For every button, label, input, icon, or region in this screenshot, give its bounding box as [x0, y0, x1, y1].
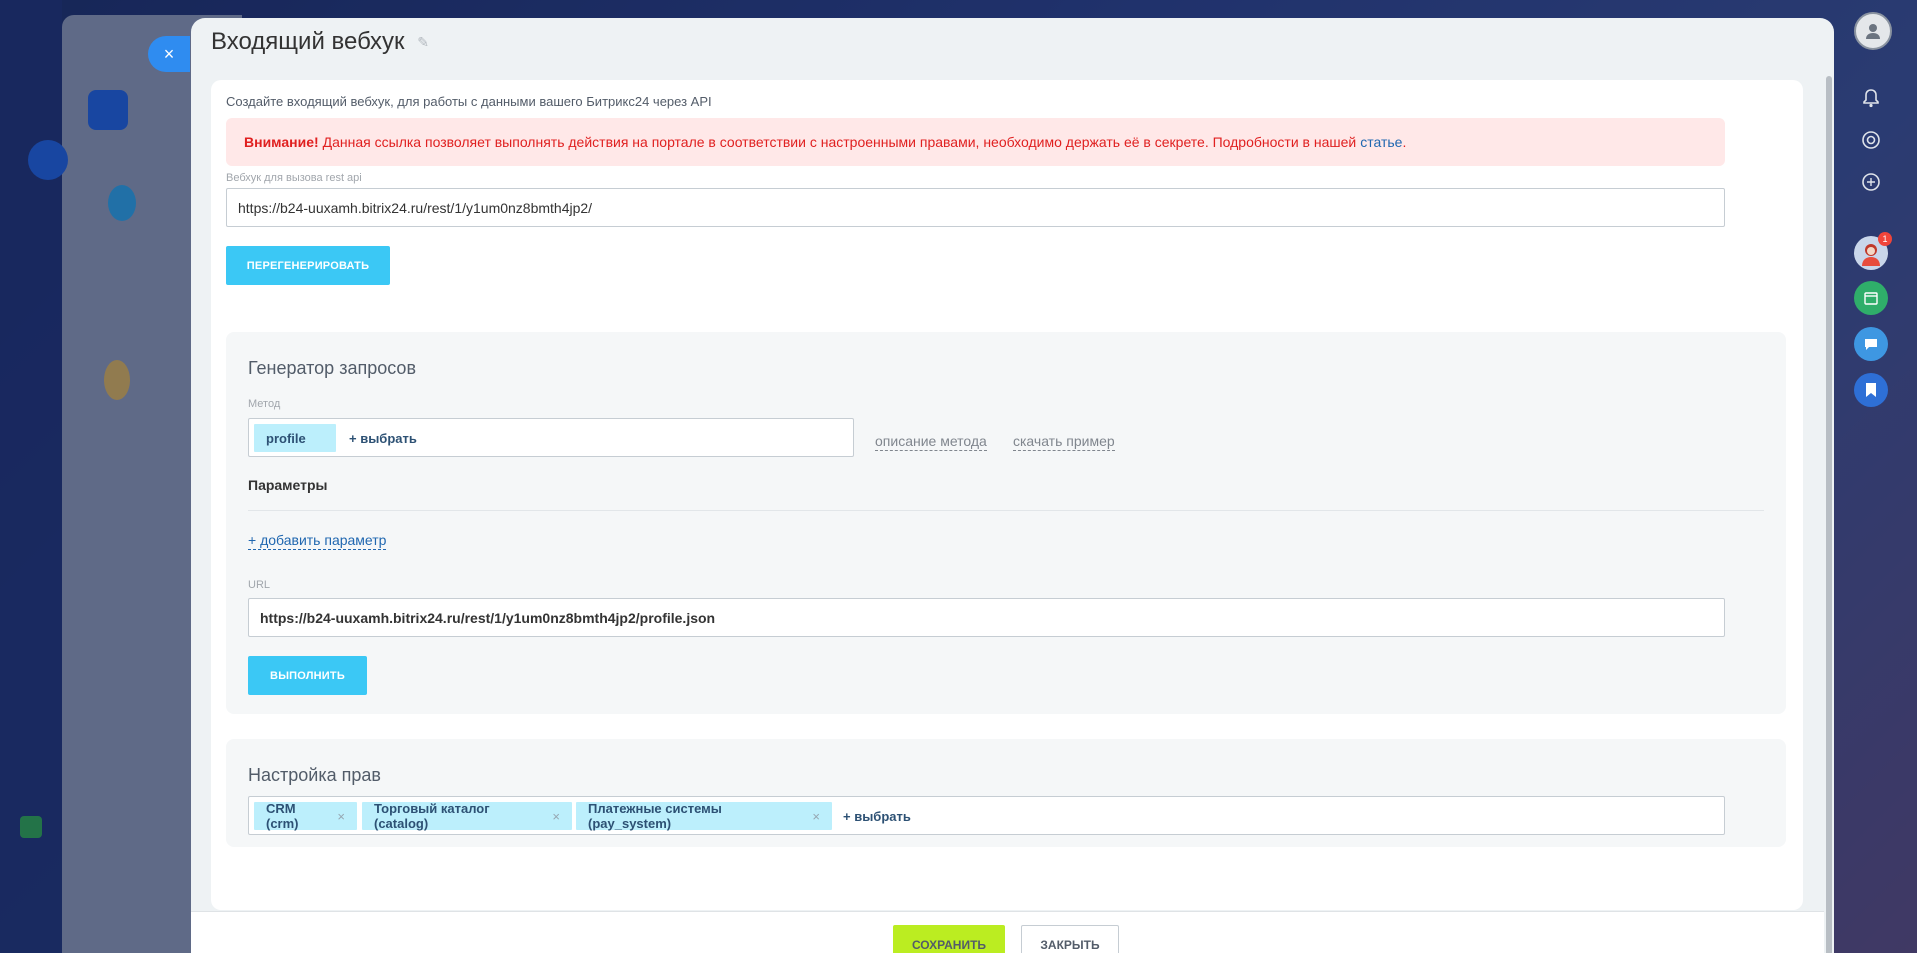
params-divider: [248, 510, 1764, 511]
alert-text: Данная ссылка позволяет выполнять действ…: [322, 134, 1357, 150]
calendar-icon[interactable]: [1854, 281, 1888, 315]
page-title-wrap: Входящий вебхук ✎: [211, 28, 429, 56]
footer-bar: СОХРАНИТЬ ЗАКРЫТЬ: [191, 911, 1824, 953]
rights-tag-crm[interactable]: CRM (crm) ×: [254, 801, 357, 831]
rights-tag-label: Торговый каталог (catalog): [374, 801, 490, 831]
remove-tag-icon[interactable]: ×: [812, 809, 820, 824]
method-description-link[interactable]: описание метода: [875, 433, 987, 451]
intro-text: Создайте входящий вебхук, для работы с д…: [226, 94, 712, 109]
close-slider-button[interactable]: ×: [148, 36, 190, 72]
rights-selector[interactable]: CRM (crm) × Торговый каталог (catalog) ×…: [248, 796, 1725, 835]
regenerate-button[interactable]: ПЕРЕГЕНЕРИРОВАТЬ: [226, 246, 390, 285]
download-example-link[interactable]: скачать пример: [1013, 433, 1115, 451]
rights-tag-label: Платежные системы (pay_system): [588, 801, 722, 831]
scrollbar-thumb[interactable]: [1826, 76, 1832, 953]
params-title: Параметры: [248, 477, 328, 493]
method-tag[interactable]: profile: [254, 424, 336, 452]
request-generator-section: Генератор запросов Метод profile + выбра…: [226, 332, 1786, 714]
page-title: Входящий вебхук: [211, 28, 405, 55]
method-select-link[interactable]: + выбрать: [349, 419, 417, 457]
webhook-slider-panel: Входящий вебхук ✎ Создайте входящий вебх…: [191, 18, 1834, 953]
rights-tag-label: CRM (crm): [266, 801, 299, 831]
chat-search-icon[interactable]: [1854, 165, 1888, 199]
method-label: Метод: [248, 398, 281, 410]
pencil-icon[interactable]: ✎: [417, 34, 429, 51]
close-button[interactable]: ЗАКРЫТЬ: [1021, 925, 1119, 953]
bookmark-icon[interactable]: [1854, 373, 1888, 407]
bell-icon[interactable]: [1854, 81, 1888, 115]
warning-alert: Внимание! Данная ссылка позволяет выполн…: [226, 118, 1725, 166]
webhook-url-field[interactable]: https://b24-uuxamh.bitrix24.ru/rest/1/y1…: [226, 188, 1725, 227]
alert-bold: Внимание!: [244, 134, 319, 150]
webhook-url-value: https://b24-uuxamh.bitrix24.ru/rest/1/y1…: [238, 199, 593, 216]
rights-tag-pay-system[interactable]: Платежные системы (pay_system) ×: [576, 801, 832, 831]
remove-tag-icon[interactable]: ×: [552, 809, 560, 824]
notification-badge: 1: [1878, 232, 1892, 246]
remove-tag-icon[interactable]: ×: [337, 809, 345, 824]
method-tag-label: profile: [266, 430, 306, 446]
generator-title: Генератор запросов: [248, 358, 417, 378]
scrollbar-track[interactable]: [1824, 46, 1834, 953]
alert-tail: .: [1402, 134, 1407, 150]
content-card: Создайте входящий вебхук, для работы с д…: [211, 80, 1803, 910]
url-label: URL: [248, 579, 271, 591]
request-url-value: https://b24-uuxamh.bitrix24.ru/rest/1/y1…: [260, 609, 716, 626]
execute-button[interactable]: ВЫПОЛНИТЬ: [248, 656, 367, 695]
method-selector[interactable]: profile + выбрать: [248, 418, 854, 457]
employee-avatar[interactable]: 1: [1854, 232, 1892, 270]
rights-select-link[interactable]: + выбрать: [843, 797, 911, 835]
request-url-field[interactable]: https://b24-uuxamh.bitrix24.ru/rest/1/y1…: [248, 598, 1725, 637]
webhook-label: Вебхук для вызова rest api: [226, 172, 362, 184]
save-button[interactable]: СОХРАНИТЬ: [893, 925, 1005, 953]
rights-title: Настройка прав: [248, 765, 381, 785]
copilot-icon[interactable]: [1854, 123, 1888, 157]
right-sidebar: 1: [1834, 0, 1917, 953]
close-icon: ×: [163, 43, 175, 64]
rights-section: Настройка прав CRM (crm) × Торговый ката…: [226, 739, 1786, 847]
messages-icon[interactable]: [1854, 327, 1888, 361]
rights-tag-catalog[interactable]: Торговый каталог (catalog) ×: [362, 801, 572, 831]
alert-article-link[interactable]: статье: [1360, 134, 1402, 150]
user-avatar-icon[interactable]: [1854, 12, 1892, 50]
add-parameter-link[interactable]: + добавить параметр: [248, 532, 387, 550]
